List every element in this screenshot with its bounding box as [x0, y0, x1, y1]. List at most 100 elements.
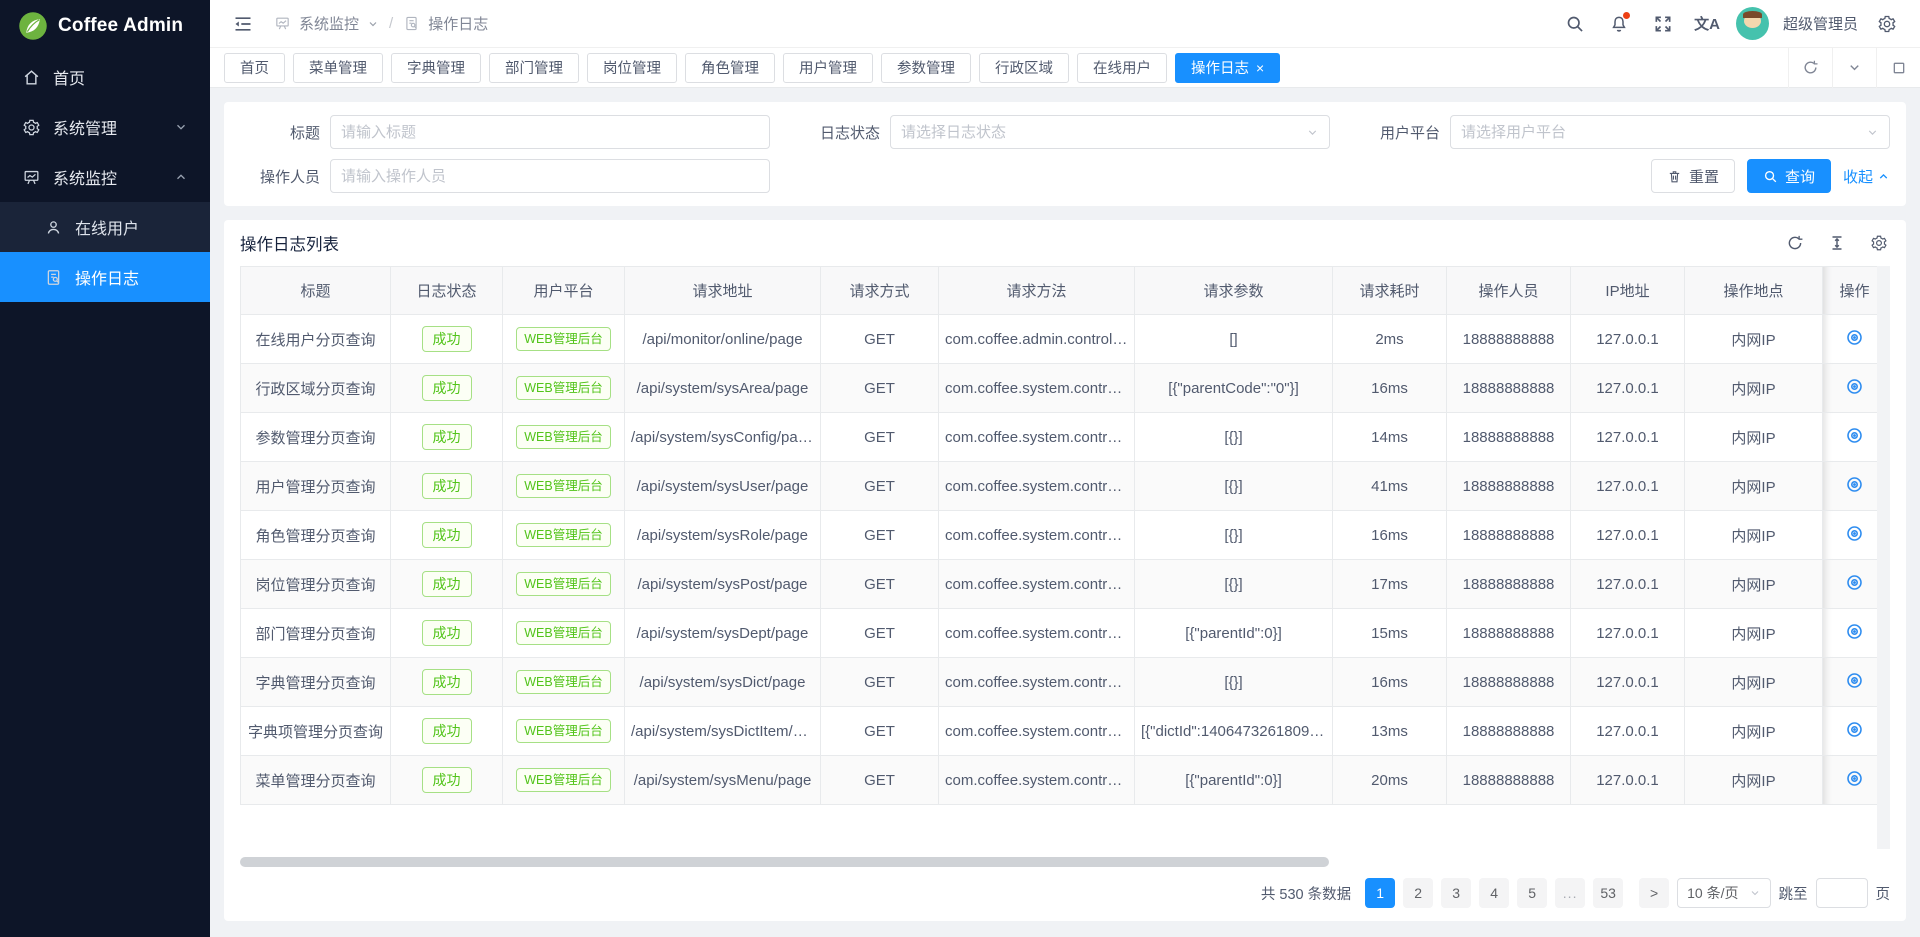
- tab-7[interactable]: 参数管理: [881, 53, 971, 83]
- cell-request-url: /api/system/sysDictItem/pa...: [625, 707, 821, 756]
- tab-4[interactable]: 岗位管理: [587, 53, 677, 83]
- row-height-button[interactable]: [1826, 232, 1848, 254]
- log-icon: [403, 15, 420, 32]
- cell-request-url: /api/system/sysConfig/page: [625, 413, 821, 462]
- collapse-search-link[interactable]: 收起: [1843, 166, 1890, 187]
- tab-10[interactable]: 操作日志×: [1175, 53, 1280, 83]
- cell-params: [{"parentId":0}]: [1135, 756, 1333, 805]
- page-button-5[interactable]: 5: [1517, 878, 1547, 908]
- cell-handler: com.coffee.system.controlle...: [939, 707, 1135, 756]
- cell-time: 16ms: [1333, 658, 1447, 707]
- tab-2[interactable]: 字典管理: [391, 53, 481, 83]
- view-detail-button[interactable]: [1845, 377, 1864, 396]
- cell-request-url: /api/monitor/online/page: [625, 315, 821, 364]
- query-button[interactable]: 查询: [1747, 159, 1831, 193]
- view-detail-button[interactable]: [1845, 573, 1864, 592]
- view-detail-button[interactable]: [1845, 426, 1864, 445]
- view-detail-button[interactable]: [1845, 769, 1864, 788]
- breadcrumb-item[interactable]: 系统监控: [299, 13, 359, 34]
- column-header[interactable]: 操作地点: [1685, 267, 1823, 315]
- column-header[interactable]: 用户平台: [503, 267, 625, 315]
- page-button-4[interactable]: 4: [1479, 878, 1509, 908]
- log-icon: [44, 268, 63, 287]
- tab-6[interactable]: 用户管理: [783, 53, 873, 83]
- tab-5[interactable]: 角色管理: [685, 53, 775, 83]
- tab-8[interactable]: 行政区域: [979, 53, 1069, 83]
- log-status-select[interactable]: [890, 115, 1330, 149]
- sidebar-item-operation-log[interactable]: 操作日志: [0, 252, 210, 302]
- vertical-scrollbar-track[interactable]: [1877, 266, 1890, 849]
- column-header[interactable]: 日志状态: [391, 267, 503, 315]
- sidebar-item-online-users[interactable]: 在线用户: [0, 202, 210, 252]
- view-detail-button[interactable]: [1845, 720, 1864, 739]
- page-button-3[interactable]: 3: [1441, 878, 1471, 908]
- sidebar-item-system-management[interactable]: 系统管理: [0, 102, 210, 152]
- view-detail-button[interactable]: [1845, 524, 1864, 543]
- sidebar-item-system-monitor[interactable]: 系统监控: [0, 152, 210, 202]
- column-header[interactable]: 请求方法: [939, 267, 1135, 315]
- user-platform-select[interactable]: [1450, 115, 1890, 149]
- column-header[interactable]: 请求地址: [625, 267, 821, 315]
- page-button-53[interactable]: 53: [1593, 878, 1623, 908]
- settings-button[interactable]: [1872, 9, 1902, 39]
- column-header[interactable]: 请求参数: [1135, 267, 1333, 315]
- view-detail-button[interactable]: [1845, 475, 1864, 494]
- cell-request-url: /api/system/sysPost/page: [625, 560, 821, 609]
- sidebar-item-home[interactable]: 首页: [0, 52, 210, 102]
- platform-badge: WEB管理后台: [516, 719, 610, 743]
- cell-request-url: /api/system/sysRole/page: [625, 511, 821, 560]
- sidebar-collapse-button[interactable]: [228, 9, 258, 39]
- reset-button[interactable]: 重置: [1651, 159, 1735, 193]
- cell-ip: 127.0.0.1: [1571, 707, 1685, 756]
- username[interactable]: 超级管理员: [1783, 13, 1858, 34]
- column-settings-button[interactable]: [1868, 232, 1890, 254]
- top-navbar: 系统监控 / 操作日志 文A: [210, 0, 1920, 48]
- tab-close-icon[interactable]: ×: [1256, 61, 1264, 75]
- tab-0[interactable]: 首页: [224, 53, 285, 83]
- tab-9[interactable]: 在线用户: [1077, 53, 1167, 83]
- page-button-2[interactable]: 2: [1403, 878, 1433, 908]
- title-input[interactable]: [341, 124, 759, 141]
- tab-3[interactable]: 部门管理: [489, 53, 579, 83]
- cell-location: 内网IP: [1685, 609, 1823, 658]
- column-header[interactable]: 标题: [241, 267, 391, 315]
- content-fullscreen-button[interactable]: [1876, 48, 1920, 88]
- status-badge: 成功: [422, 669, 472, 695]
- platform-badge: WEB管理后台: [516, 474, 610, 498]
- breadcrumb-current: 操作日志: [428, 13, 488, 34]
- search-button[interactable]: [1560, 9, 1590, 39]
- view-detail-button[interactable]: [1845, 328, 1864, 347]
- table-row: 用户管理分页查询 成功 WEB管理后台 /api/system/sysUser/…: [241, 462, 1887, 511]
- column-header[interactable]: IP地址: [1571, 267, 1685, 315]
- table-refresh-button[interactable]: [1784, 232, 1806, 254]
- chevron-up-icon: [1877, 170, 1890, 183]
- tabs-refresh-button[interactable]: [1788, 48, 1832, 88]
- column-header[interactable]: 请求方式: [821, 267, 939, 315]
- cell-operator: 18888888888: [1447, 364, 1571, 413]
- cell-title: 在线用户分页查询: [241, 315, 391, 364]
- tabs-menu-button[interactable]: [1832, 48, 1876, 88]
- page-button-1[interactable]: 1: [1365, 878, 1395, 908]
- page-size-select[interactable]: 10 条/页: [1677, 878, 1770, 908]
- view-detail-button[interactable]: [1845, 671, 1864, 690]
- cell-title: 字典管理分页查询: [241, 658, 391, 707]
- fullscreen-button[interactable]: [1648, 9, 1678, 39]
- cell-params: []: [1135, 315, 1333, 364]
- next-page-button[interactable]: >: [1639, 878, 1669, 908]
- avatar[interactable]: [1736, 7, 1769, 40]
- cell-ip: 127.0.0.1: [1571, 364, 1685, 413]
- notification-button[interactable]: [1604, 9, 1634, 39]
- view-detail-button[interactable]: [1845, 622, 1864, 641]
- status-badge: 成功: [422, 473, 472, 499]
- horizontal-scrollbar-thumb[interactable]: [240, 857, 1329, 867]
- language-switch-button[interactable]: 文A: [1692, 9, 1722, 39]
- operator-input[interactable]: [341, 168, 759, 185]
- jump-page-input[interactable]: [1816, 878, 1868, 908]
- cell-request-method: GET: [821, 413, 939, 462]
- cell-params: [{}]: [1135, 560, 1333, 609]
- cell-time: 15ms: [1333, 609, 1447, 658]
- column-header[interactable]: 请求耗时: [1333, 267, 1447, 315]
- column-header[interactable]: 操作人员: [1447, 267, 1571, 315]
- tab-1[interactable]: 菜单管理: [293, 53, 383, 83]
- cell-params: [{}]: [1135, 462, 1333, 511]
